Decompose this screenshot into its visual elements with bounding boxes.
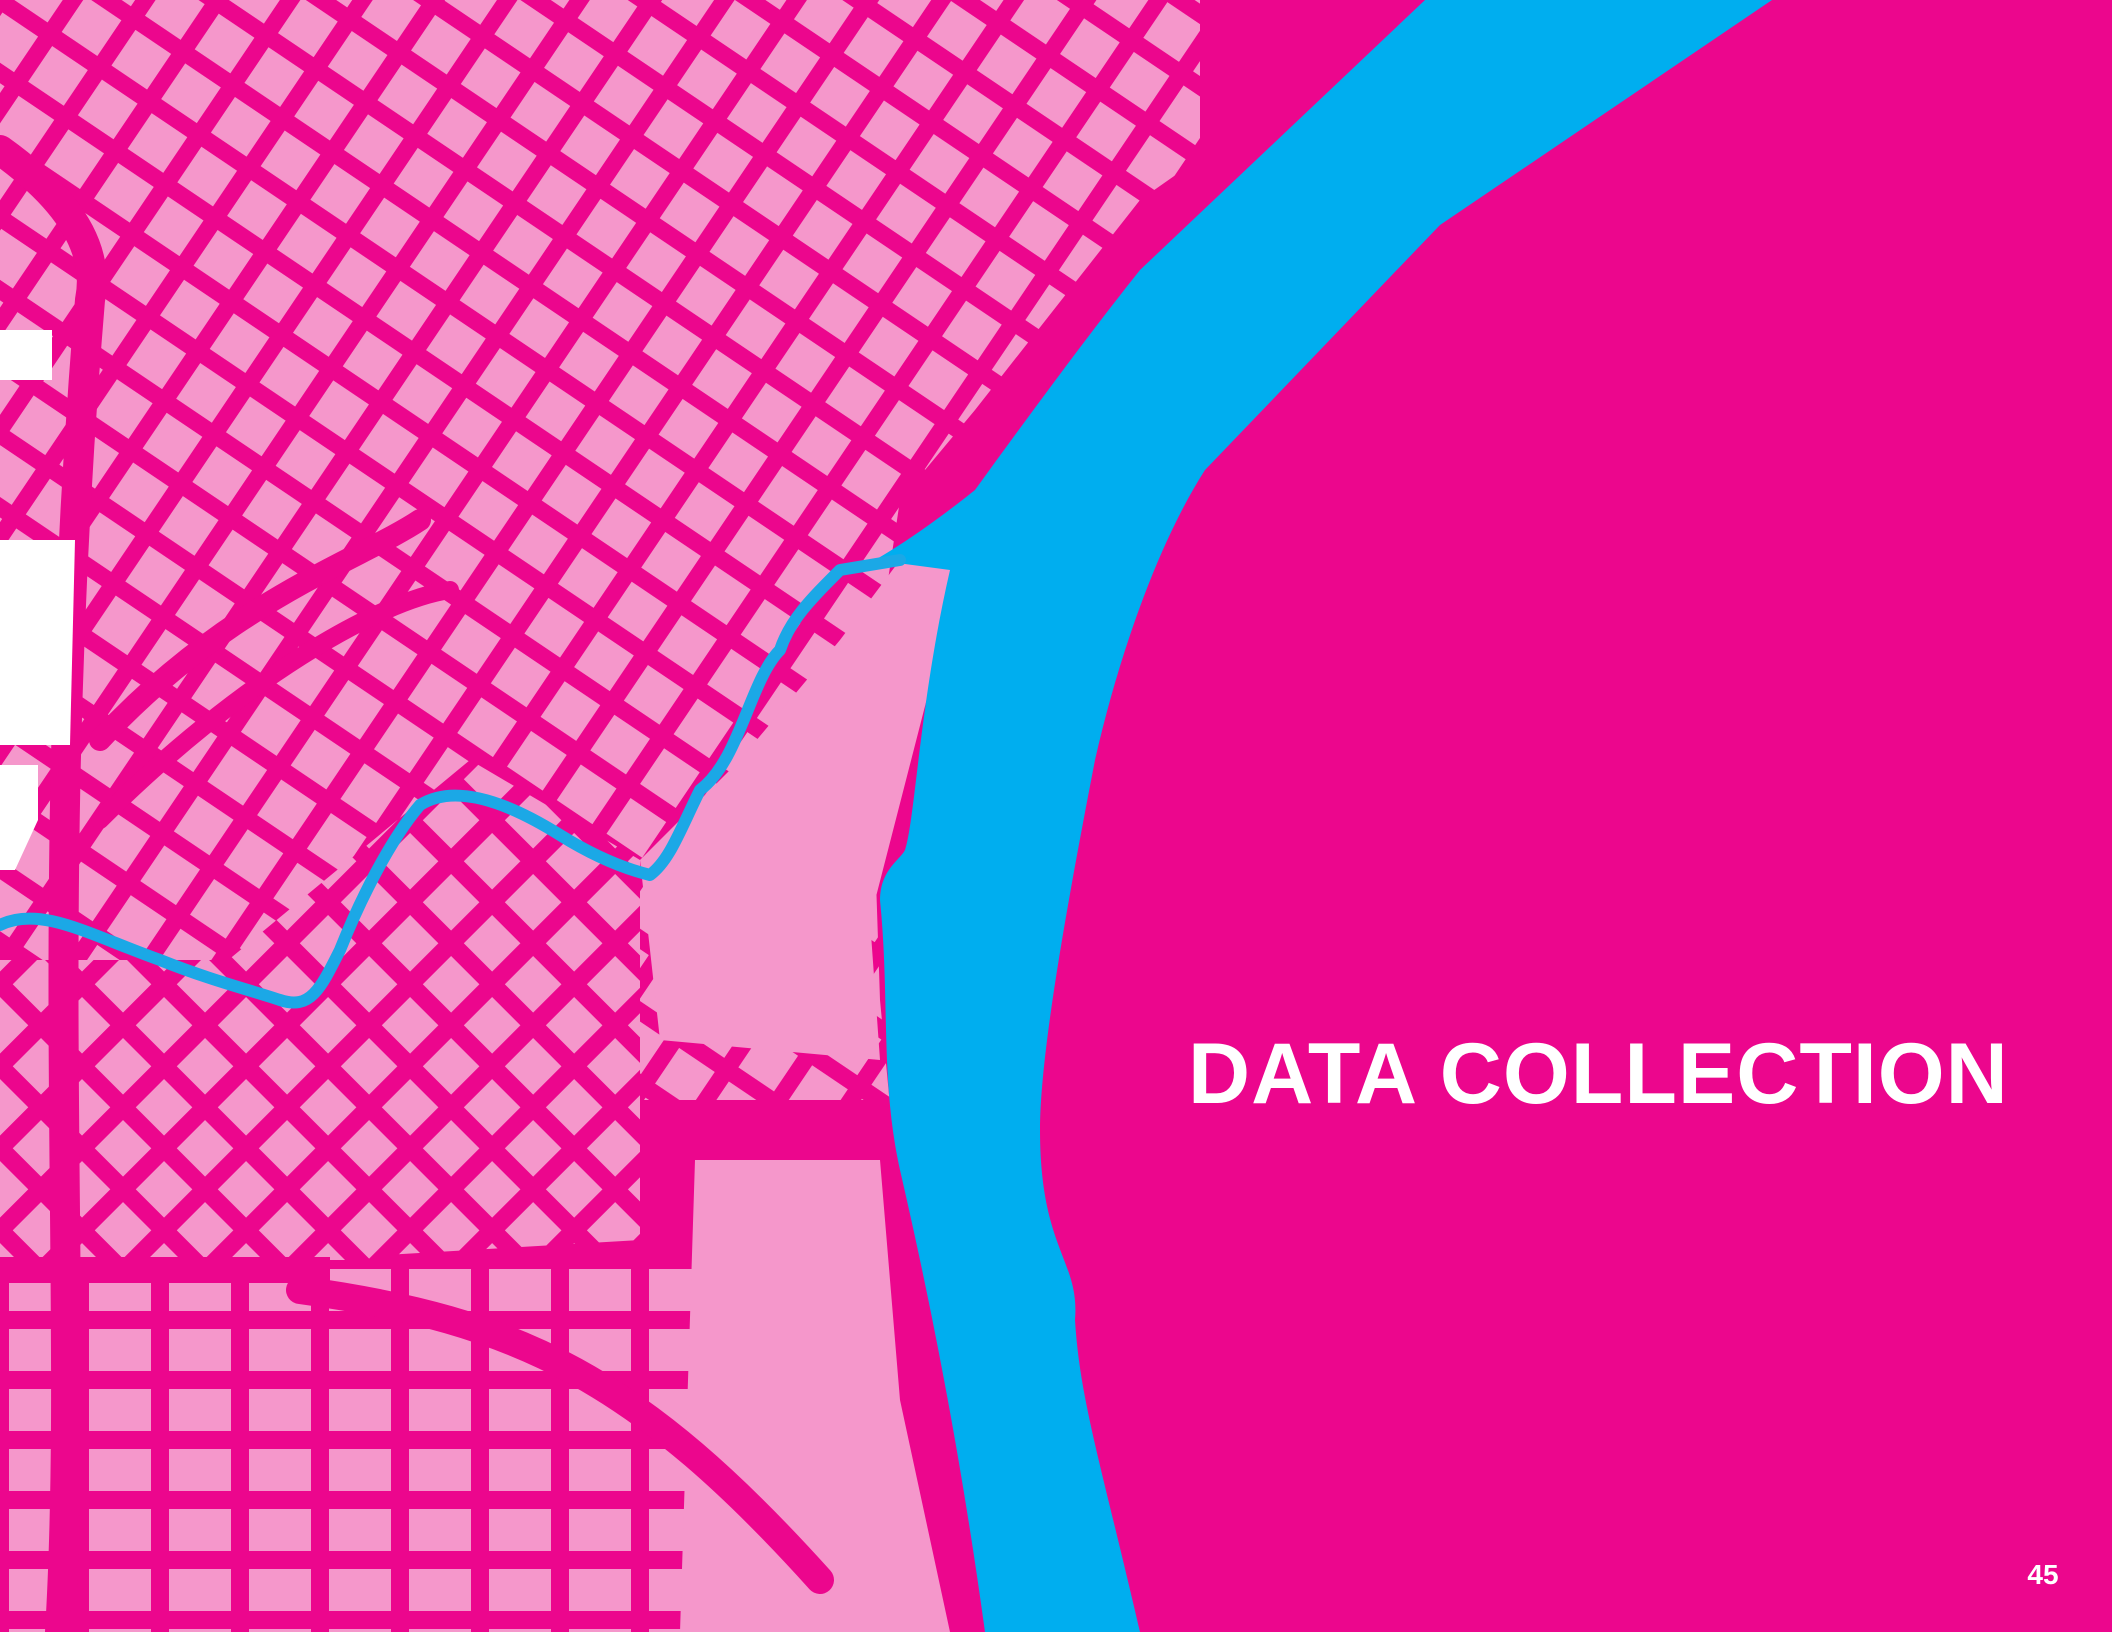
white-parcel-middle [0,540,75,745]
page-number: 45 [2027,1559,2059,1590]
south-grid [0,1260,720,1632]
city-map-graphic [0,0,1772,1632]
industrial-parcel [640,1110,880,1160]
section-title: DATA COLLECTION [1188,1026,2009,1122]
white-parcel-top [0,330,52,380]
